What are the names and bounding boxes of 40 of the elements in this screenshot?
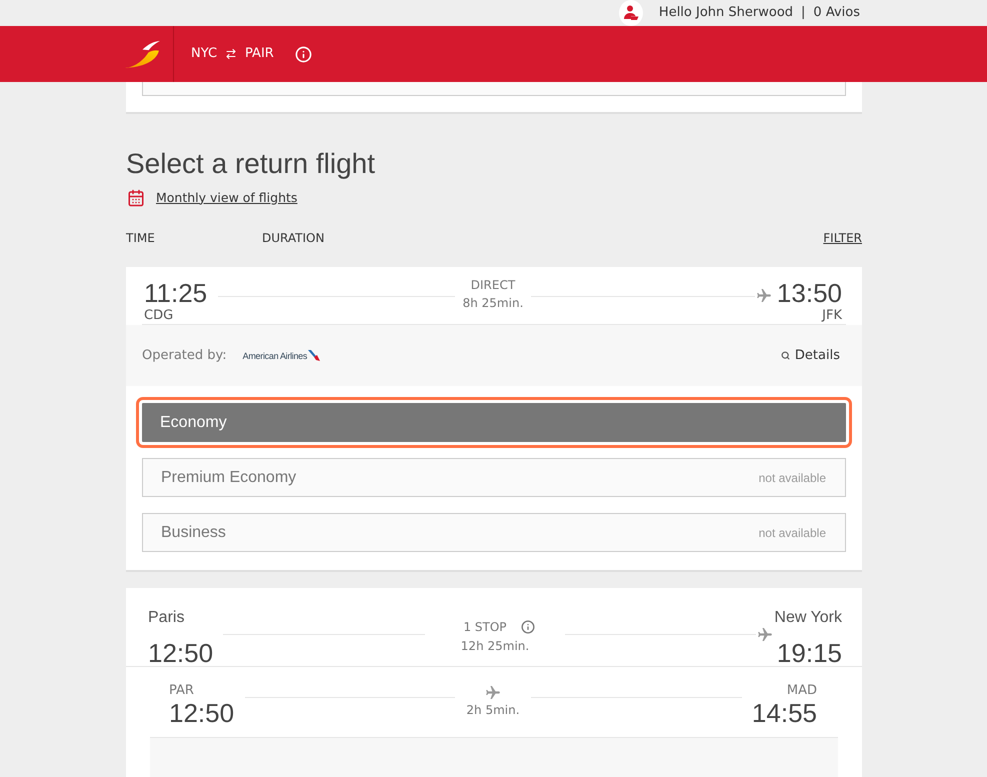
filter-link[interactable]: FILTER xyxy=(823,229,862,247)
origin-code: NYC xyxy=(191,45,218,64)
arrival-city: New York xyxy=(774,608,842,628)
swap-arrows-icon xyxy=(225,48,238,60)
plane-icon xyxy=(756,289,771,302)
user-greeting[interactable]: Hello John Sherwood xyxy=(658,3,794,23)
page-title: Select a return flight xyxy=(126,147,376,181)
segment-departure-time: 12:50 xyxy=(169,699,234,727)
departure-city: Paris xyxy=(148,608,186,628)
plane-icon xyxy=(758,628,772,641)
search-icon xyxy=(780,351,790,360)
points-balance[interactable]: 0 Avios xyxy=(813,3,860,23)
flight-duration: 12h 25min. xyxy=(460,639,530,653)
arrival-time: 13:50 xyxy=(776,278,842,308)
monthly-view-link[interactable]: Monthly view of flights xyxy=(156,188,298,208)
flight-duration: 8h 25min. xyxy=(462,296,524,310)
details-button[interactable]: Details xyxy=(780,346,840,366)
departure-airport-code: CDG xyxy=(144,308,174,323)
plane-icon xyxy=(486,686,500,699)
departure-time: 11:25 xyxy=(144,278,208,308)
separator: | xyxy=(801,4,806,22)
arrival-airport-code: JFK xyxy=(822,308,842,323)
fare-option-button[interactable]: Economy xyxy=(136,397,852,448)
segment-duration: 2h 5min. xyxy=(466,703,520,717)
stops-label: 1 STOP xyxy=(463,620,507,634)
user-avatar-icon[interactable] xyxy=(618,0,643,26)
calendar-icon[interactable] xyxy=(127,189,145,207)
time-column-header: TIME xyxy=(126,230,156,247)
airline-name: American Airlines xyxy=(242,351,308,361)
arrival-time: 19:15 xyxy=(776,639,842,667)
destination-code: PAIR xyxy=(245,45,274,64)
operated-by-label: Operated by: xyxy=(142,346,227,365)
segment-departure-code: PAR xyxy=(169,683,195,698)
tail-fin-icon xyxy=(308,350,320,361)
stops-label: DIRECT xyxy=(470,278,516,292)
segment-arrival-time: 14:55 xyxy=(752,699,817,727)
duration-column-header: DURATION xyxy=(262,230,324,247)
info-icon[interactable] xyxy=(520,620,535,634)
segment-arrival-code: MAD xyxy=(786,683,817,698)
departure-time: 12:50 xyxy=(148,639,214,667)
